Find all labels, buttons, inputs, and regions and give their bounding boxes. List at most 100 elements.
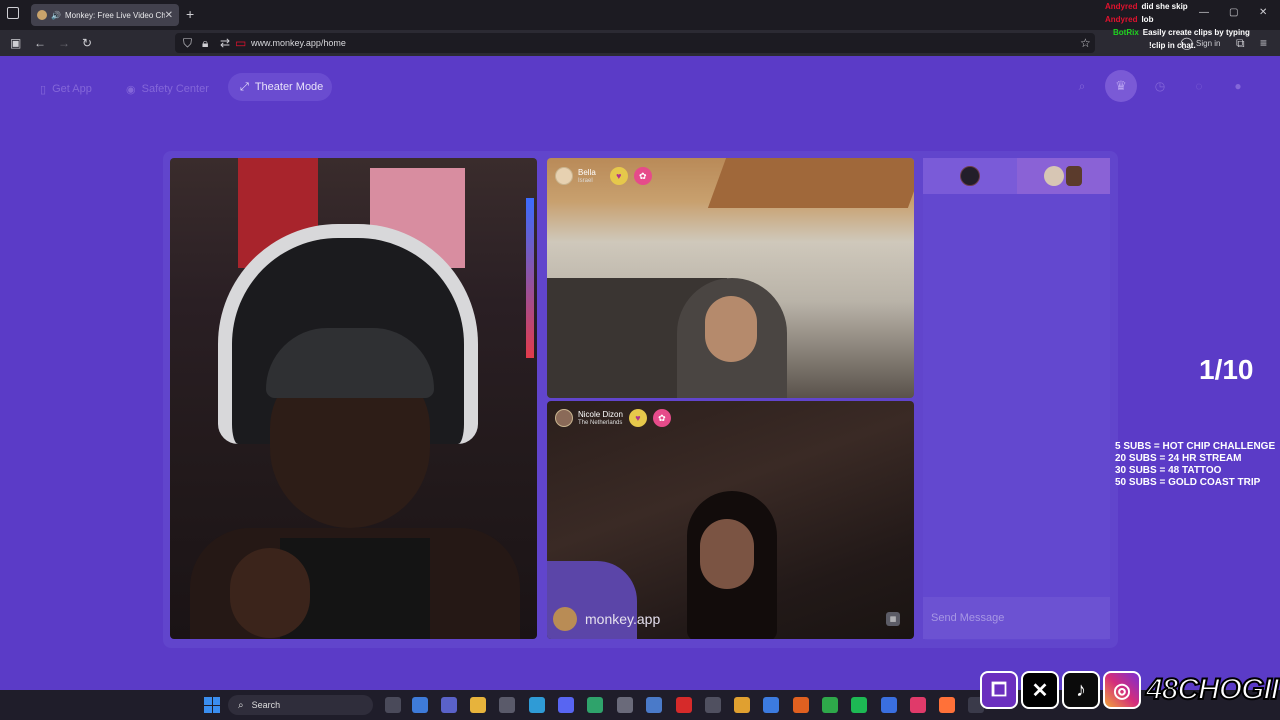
led-light bbox=[526, 198, 534, 358]
sidebar-icon[interactable]: ▣ bbox=[10, 36, 21, 50]
avatar bbox=[959, 166, 980, 186]
safety-icon: ◉ bbox=[126, 83, 136, 96]
chat-line: BotRix Easily create clips by typing bbox=[1105, 26, 1250, 39]
chat-message: !clip in chat. bbox=[1149, 41, 1196, 50]
chat-line: Andyred lob bbox=[1105, 13, 1250, 26]
search-icon[interactable]: ⌕ bbox=[1072, 76, 1092, 96]
browser-tabbar: 🔊 Monkey: Free Live Video Ch ✕ + — ▢ ✕ bbox=[0, 0, 1280, 30]
expand-icon: ⤢ bbox=[240, 80, 249, 93]
tab-list-icon[interactable] bbox=[7, 7, 19, 19]
avatar bbox=[1066, 166, 1083, 186]
theater-mode-button[interactable]: ⤢ Theater Mode bbox=[228, 73, 332, 101]
browser-tab[interactable]: 🔊 Monkey: Free Live Video Ch ✕ bbox=[31, 4, 179, 26]
sub-goal: 50 SUBS = GOLD COAST TRIP bbox=[1115, 477, 1261, 488]
lock-icon[interactable]: 🔒︎ bbox=[202, 36, 208, 50]
profile-avatar[interactable]: ● bbox=[1228, 76, 1248, 96]
task-view-icon[interactable] bbox=[385, 697, 401, 713]
close-window-icon[interactable]: ✕ bbox=[1259, 7, 1267, 18]
monkey-watermark: monkey.app bbox=[553, 607, 660, 631]
participant-video-1 bbox=[547, 158, 914, 398]
twitch-icon: ⧠ bbox=[980, 671, 1018, 709]
chrome-icon[interactable] bbox=[734, 697, 750, 713]
chat-line: Andyred did she skip bbox=[1105, 0, 1250, 13]
teams-icon[interactable] bbox=[441, 697, 457, 713]
app-icon[interactable] bbox=[587, 697, 603, 713]
chat-username: Andyred bbox=[1105, 15, 1138, 24]
send-message-input[interactable]: Send Message bbox=[923, 597, 1110, 639]
get-app-button[interactable]: ▯ Get App bbox=[40, 79, 92, 99]
brave-icon[interactable] bbox=[793, 697, 809, 713]
social-overlay: ⧠ ✕ ♪ ◎ 48CHOGII bbox=[980, 668, 1280, 712]
chat-tab-1[interactable] bbox=[923, 158, 1017, 194]
file-explorer-icon[interactable] bbox=[470, 697, 486, 713]
gift-badge-icon[interactable]: ✿ bbox=[633, 167, 652, 185]
app-icon[interactable] bbox=[822, 697, 838, 713]
app-icon[interactable] bbox=[881, 697, 897, 713]
sub-goal: 5 SUBS = HOT CHIP CHALLENGE bbox=[1115, 441, 1276, 452]
app-icon[interactable] bbox=[617, 697, 633, 713]
chat-panel bbox=[923, 158, 1110, 640]
firefox-icon[interactable] bbox=[939, 697, 955, 713]
store-icon[interactable] bbox=[499, 697, 515, 713]
history-icon[interactable]: ◷ bbox=[1150, 76, 1170, 96]
tiktok-icon: ♪ bbox=[1062, 671, 1100, 709]
spotify-icon[interactable] bbox=[851, 697, 867, 713]
new-tab-icon[interactable]: + bbox=[186, 6, 194, 22]
messages-icon[interactable]: ◌ bbox=[1189, 76, 1209, 96]
shield-icon[interactable]: ⛉ bbox=[183, 36, 192, 50]
theater-mode-label: Theater Mode bbox=[254, 81, 324, 93]
windows-start-icon[interactable] bbox=[204, 697, 220, 713]
monkey-logo-icon bbox=[553, 607, 577, 631]
participant-video-2 bbox=[547, 401, 914, 639]
netflix-icon[interactable] bbox=[676, 697, 692, 713]
app-icon[interactable] bbox=[646, 697, 662, 713]
url-text: www.monkey.app/home bbox=[251, 38, 346, 48]
stream-chat-overlay: Andyred did she skip Andyred lob BotRix Eas… bbox=[1105, 0, 1250, 52]
reload-icon[interactable]: ↻ bbox=[82, 36, 92, 50]
chat-message: lob bbox=[1141, 15, 1154, 24]
avatar bbox=[555, 409, 573, 427]
sub-goals: 5 SUBS = HOT CHIP CHALLENGE 20 SUBS = 24… bbox=[1115, 441, 1275, 489]
chat-tab-2[interactable] bbox=[1016, 158, 1110, 194]
gift-badge-icon[interactable]: ✿ bbox=[652, 409, 671, 427]
permissions-icon[interactable]: ⇄ bbox=[220, 36, 230, 50]
report-icon[interactable]: ▦ bbox=[886, 612, 900, 626]
camera-icon[interactable]: ▭ bbox=[235, 36, 246, 50]
copilot-icon[interactable] bbox=[412, 697, 428, 713]
participant-tag[interactable]: Bella Israel ♥ ✿ bbox=[555, 166, 652, 186]
crown-icon[interactable]: ♛ bbox=[1105, 70, 1137, 102]
participant-country: The Netherlands bbox=[578, 419, 623, 426]
close-tab-icon[interactable]: ✕ bbox=[165, 10, 173, 21]
watermark-text: monkey.app bbox=[585, 611, 661, 627]
sub-goal: 30 SUBS = 48 TATTOO bbox=[1115, 465, 1222, 476]
taskbar-search-label: Search bbox=[251, 700, 281, 710]
chat-message: Easily create clips by typing bbox=[1142, 28, 1250, 37]
chat-username: Andyred bbox=[1105, 2, 1138, 11]
search-icon: ⌕ bbox=[238, 699, 244, 711]
forward-icon[interactable]: → bbox=[58, 36, 70, 50]
chat-tabs bbox=[923, 158, 1110, 194]
edge-icon[interactable] bbox=[529, 697, 545, 713]
counter-text: 1/10 bbox=[1199, 354, 1254, 385]
app-icon[interactable] bbox=[763, 697, 779, 713]
person-face bbox=[700, 519, 754, 589]
avatar bbox=[1044, 166, 1065, 186]
safety-center-button[interactable]: ◉ Safety Center bbox=[126, 79, 209, 99]
back-icon[interactable]: ← bbox=[34, 36, 46, 50]
participant-name: Nicole Dizon bbox=[578, 409, 623, 419]
heart-badge-icon[interactable]: ♥ bbox=[609, 167, 628, 185]
app-icon[interactable] bbox=[705, 697, 721, 713]
menu-icon[interactable]: ≡ bbox=[1260, 36, 1267, 50]
speaker-icon[interactable]: 🔊 bbox=[51, 11, 61, 20]
discord-icon[interactable] bbox=[558, 697, 574, 713]
x-icon: ✕ bbox=[1021, 671, 1059, 709]
heart-badge-icon[interactable]: ♥ bbox=[628, 409, 647, 427]
participant-tag[interactable]: Nicole Dizon The Netherlands ♥ ✿ bbox=[555, 408, 671, 428]
person-face bbox=[705, 296, 757, 362]
participant-name: Bella bbox=[578, 167, 596, 177]
bookmark-star-icon[interactable]: ☆ bbox=[1080, 36, 1091, 50]
browser-toolbar: ▣ ← → ↻ ⛉ 🔒︎ ⇄ ▭ www.monkey.app/home ☆ ◯… bbox=[0, 30, 1280, 56]
taskbar-search[interactable]: ⌕ Search bbox=[228, 695, 373, 715]
participant-country: Israel bbox=[578, 177, 593, 184]
app-icon[interactable] bbox=[910, 697, 926, 713]
